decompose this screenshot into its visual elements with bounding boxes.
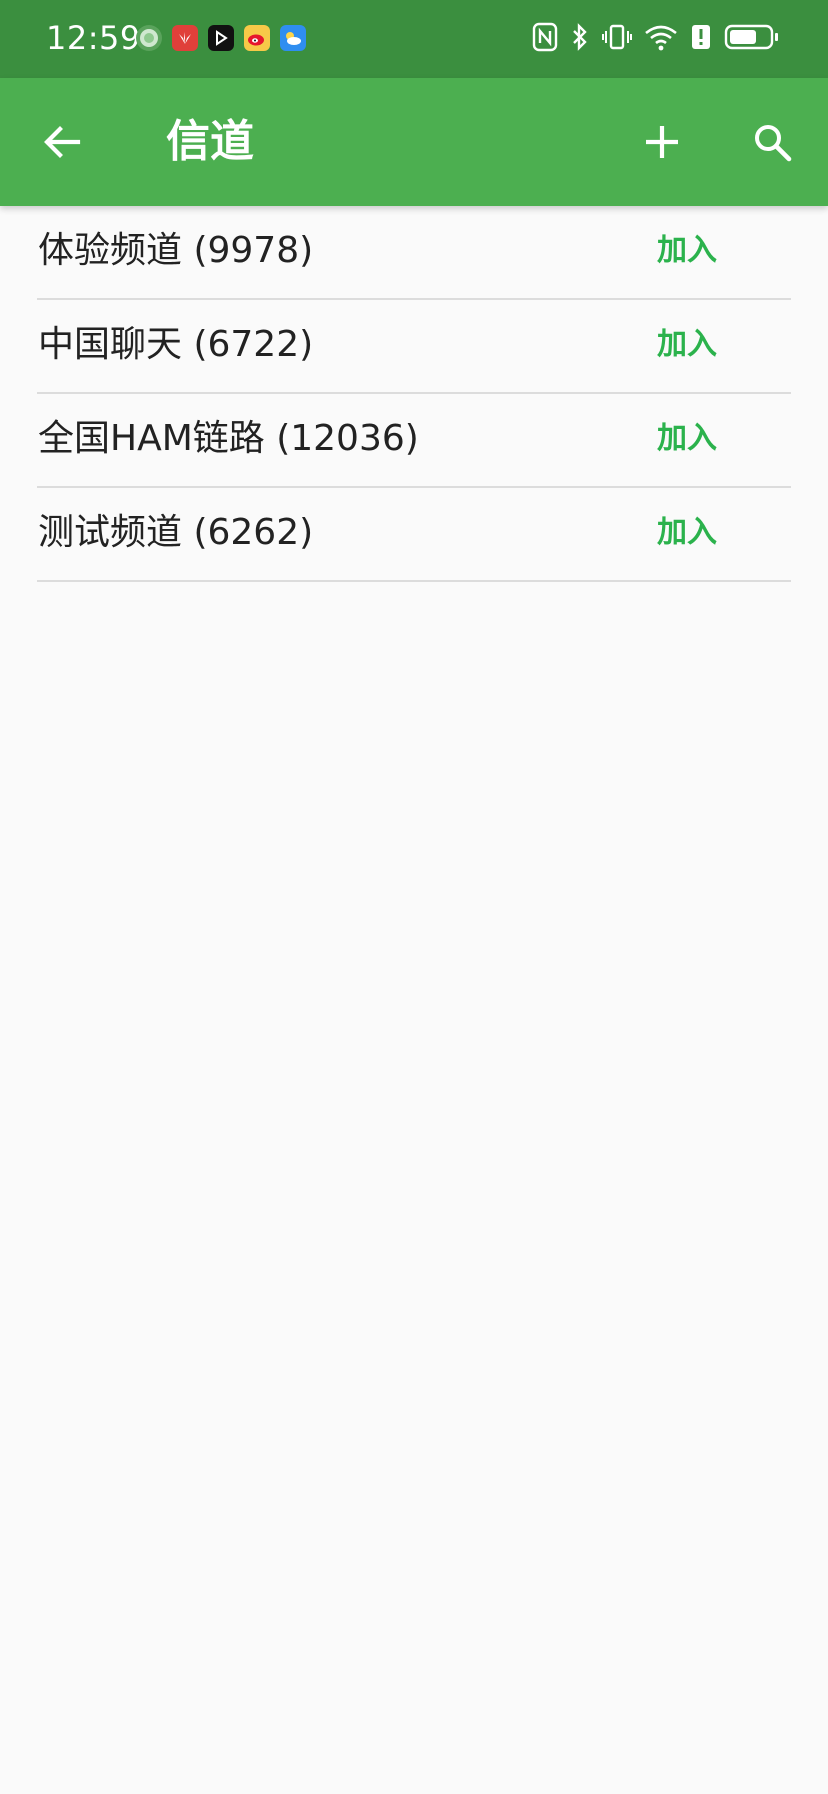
status-time: 12:59: [46, 19, 141, 57]
video-app-icon: [208, 25, 234, 51]
battery-icon: [724, 23, 780, 51]
search-button[interactable]: [740, 110, 804, 174]
list-item[interactable]: 中国聊天 (6722) 加入: [37, 300, 791, 394]
page-title: 信道: [166, 116, 254, 167]
join-button[interactable]: 加入: [657, 230, 717, 272]
weather-icon: [280, 25, 306, 51]
join-button[interactable]: 加入: [657, 324, 717, 366]
channel-name: 体验频道 (9978): [38, 230, 314, 271]
alert-icon: [690, 23, 712, 51]
channel-name: 测试频道 (6262): [38, 512, 314, 553]
nfc-icon: [532, 22, 558, 52]
arrow-left-icon: [44, 126, 81, 158]
channel-name: 全国HAM链路 (12036): [38, 418, 419, 459]
status-bar: 12:59: [0, 0, 828, 78]
system-icons: [532, 22, 780, 52]
assistant-icon: [136, 25, 162, 51]
join-button[interactable]: 加入: [657, 512, 717, 554]
channel-list: 体验频道 (9978) 加入 中国聊天 (6722) 加入 全国HAM链路 (1…: [0, 206, 828, 582]
list-item[interactable]: 体验频道 (9978) 加入: [37, 206, 791, 300]
app-bar: 信道: [0, 78, 828, 206]
huawei-icon: [172, 25, 198, 51]
weibo-icon: [244, 25, 270, 51]
notification-icons: [136, 25, 306, 51]
list-item[interactable]: 测试频道 (6262) 加入: [37, 488, 791, 582]
back-button[interactable]: [30, 110, 94, 174]
join-button[interactable]: 加入: [657, 418, 717, 460]
channel-screen: 12:59 信道 体验频道 (9978) 加入 中国聊天 (6722) 加入 全…: [0, 0, 828, 1794]
wifi-icon: [644, 23, 678, 51]
channel-name: 中国聊天 (6722): [38, 324, 314, 365]
list-item[interactable]: 全国HAM链路 (12036) 加入: [37, 394, 791, 488]
bluetooth-icon: [570, 22, 590, 52]
add-channel-button[interactable]: [630, 110, 694, 174]
vibrate-icon: [602, 22, 632, 52]
search-icon: [755, 125, 792, 162]
plus-icon: [646, 126, 678, 158]
